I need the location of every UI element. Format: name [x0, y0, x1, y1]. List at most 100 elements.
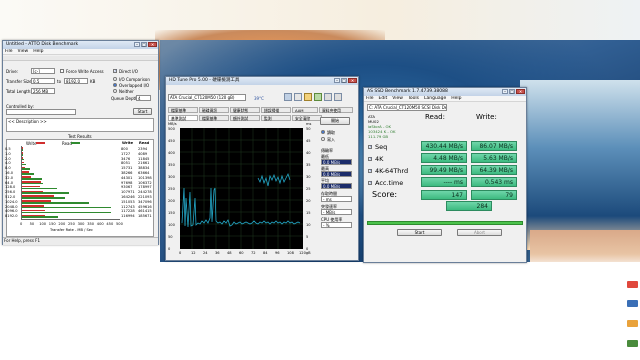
- stat-avg-value: 0.0 MB/s: [321, 183, 352, 189]
- write-option-radio[interactable]: [321, 137, 325, 141]
- read-bar: [22, 187, 57, 190]
- close-icon[interactable]: ✕: [148, 42, 157, 47]
- force-write-access-checkbox[interactable]: [60, 69, 64, 73]
- read-option-label: 讀取: [327, 130, 335, 135]
- row-write-value: 151053: [121, 199, 135, 204]
- drive-select[interactable]: [c-]: [31, 68, 55, 74]
- asssd-abort-button[interactable]: Abort: [457, 229, 502, 236]
- screenshot-icon[interactable]: [324, 93, 332, 101]
- tab-aam[interactable]: AAM: [292, 107, 318, 113]
- read-option-radio[interactable]: [321, 130, 325, 134]
- minimize-icon[interactable]: –: [502, 89, 508, 94]
- window-title: AS SSD Benchmark 1.7.4739.38088: [367, 89, 448, 94]
- hdtune-start-button[interactable]: 開始: [320, 117, 350, 125]
- row-transfer-size: 4096.0: [5, 209, 18, 214]
- test-checkbox[interactable]: [368, 144, 372, 149]
- hdtune-title-bar: HD Tune Pro 5.00 - 硬碟檢測工具 – □ ✕: [166, 77, 358, 85]
- taskbar-app-icon[interactable]: [627, 340, 638, 347]
- transfer-size-from[interactable]: 0.5: [31, 78, 55, 84]
- overlapped-io-radio[interactable]: [113, 83, 117, 87]
- hdtune-drive-select[interactable]: ATA Crucial_CT120M50 (120 gB): [168, 94, 246, 101]
- menu-file[interactable]: File: [5, 49, 13, 54]
- tab-file-bench[interactable]: 檔案基準: [199, 115, 229, 121]
- copy-icon[interactable]: [284, 93, 292, 101]
- row-read-value: 459616: [138, 204, 152, 209]
- y-left-tick: 400: [168, 151, 175, 155]
- stat-max-value: 0.0 MB/s: [321, 171, 352, 177]
- x-axis-tick: 24: [203, 251, 208, 255]
- tab-extra-tests[interactable]: 額外測試: [230, 115, 260, 121]
- row-write-value: 117228: [121, 209, 135, 214]
- row-transfer-size: 1024.0: [5, 199, 18, 204]
- maximize-icon[interactable]: □: [141, 42, 147, 47]
- row-transfer-size: 2048.0: [5, 204, 18, 209]
- tab-benchmark[interactable]: 基準測試: [168, 115, 198, 121]
- atto-toolbar: [3, 56, 158, 61]
- row-read-value: 461415: [138, 209, 152, 214]
- taskbar-app-icon[interactable]: [627, 320, 638, 327]
- tab-health[interactable]: 健康狀態: [230, 107, 260, 113]
- asssd-drive-select[interactable]: C: ATA Crucial_CT120M50 SCSI Disk Device: [367, 104, 447, 111]
- maximize-icon[interactable]: □: [509, 89, 515, 94]
- menu-view[interactable]: View: [392, 96, 403, 101]
- y-left-tick: 150: [168, 211, 175, 215]
- tab-disk-info[interactable]: 磁碟資訊: [199, 107, 229, 113]
- row-read-value: 4089: [138, 151, 148, 156]
- test-name: Seq: [375, 143, 388, 151]
- options-icon[interactable]: [304, 93, 312, 101]
- exit-icon[interactable]: [334, 93, 342, 101]
- taskbar-app-icon[interactable]: [627, 281, 638, 288]
- y-left-tick: 250: [168, 187, 175, 191]
- menu-file[interactable]: File: [366, 96, 374, 101]
- row-read-value: 185671: [138, 214, 152, 219]
- overlapped-io-label: Overlapped I/O: [119, 83, 150, 88]
- read-bar: [22, 178, 42, 180]
- menu-view[interactable]: View: [18, 49, 29, 54]
- test-checkbox[interactable]: [368, 180, 372, 185]
- tab-monitor[interactable]: 監測: [261, 115, 291, 121]
- transfer-size-to[interactable]: 8192.0: [64, 78, 88, 84]
- column-read-header: Read: [139, 141, 150, 145]
- row-write-value: 8051: [121, 161, 131, 166]
- test-checkbox[interactable]: [368, 168, 372, 173]
- window-title: HD Tune Pro 5.00 - 硬碟檢測工具: [169, 78, 240, 83]
- tab-folder-usage[interactable]: 資料夾使用: [319, 107, 353, 113]
- menu-language[interactable]: Language: [424, 96, 446, 101]
- help-icon[interactable]: [314, 93, 322, 101]
- row-write-value: 800: [121, 147, 128, 151]
- controlled-by-select[interactable]: [6, 109, 76, 115]
- menu-tools[interactable]: Tools: [408, 96, 419, 101]
- direct-io-checkbox[interactable]: [113, 68, 117, 73]
- x-axis-tick: 60: [239, 251, 244, 255]
- io-comparison-radio[interactable]: [113, 77, 117, 81]
- neither-radio[interactable]: [113, 89, 117, 93]
- y-left-tick: 200: [168, 199, 175, 203]
- taskbar-app-icon[interactable]: [627, 300, 638, 307]
- atto-xaxis-caption: Transfer Rate - MB / Sec: [50, 228, 93, 232]
- test-checkbox[interactable]: [368, 156, 372, 161]
- maximize-icon[interactable]: □: [341, 78, 347, 83]
- menu-edit[interactable]: Edit: [379, 96, 388, 101]
- minimize-icon[interactable]: –: [134, 42, 140, 47]
- menu-help[interactable]: Help: [451, 96, 461, 101]
- start-button[interactable]: Start: [133, 108, 152, 115]
- legend-write-swatch: [36, 142, 45, 144]
- asssd-start-button[interactable]: Start: [397, 229, 442, 236]
- row-read-value: 178997: [138, 185, 152, 190]
- description-field[interactable]: << Description >>: [6, 118, 154, 132]
- total-length-select[interactable]: 256 MB: [31, 88, 55, 94]
- save-icon[interactable]: [294, 93, 302, 101]
- tab-file-benchmark[interactable]: 檔案基準: [168, 107, 198, 113]
- test-write-result: 86.07 MB/s: [471, 141, 517, 151]
- stat-access-time-value: - ms: [321, 196, 352, 202]
- test-write-result: 64.39 MB/s: [471, 165, 517, 175]
- menu-help[interactable]: Help: [33, 49, 43, 54]
- minimize-icon[interactable]: –: [334, 78, 340, 83]
- tab-error-scan[interactable]: 錯誤掃描: [261, 107, 291, 113]
- tab-secure-erase[interactable]: 安全清除: [292, 115, 322, 121]
- test-read-result: 4.48 MB/s: [421, 153, 467, 163]
- queue-depth-select[interactable]: 4: [136, 95, 151, 101]
- row-read-value: 106372: [138, 180, 152, 185]
- close-icon[interactable]: ✕: [516, 89, 525, 94]
- close-icon[interactable]: ✕: [348, 78, 357, 83]
